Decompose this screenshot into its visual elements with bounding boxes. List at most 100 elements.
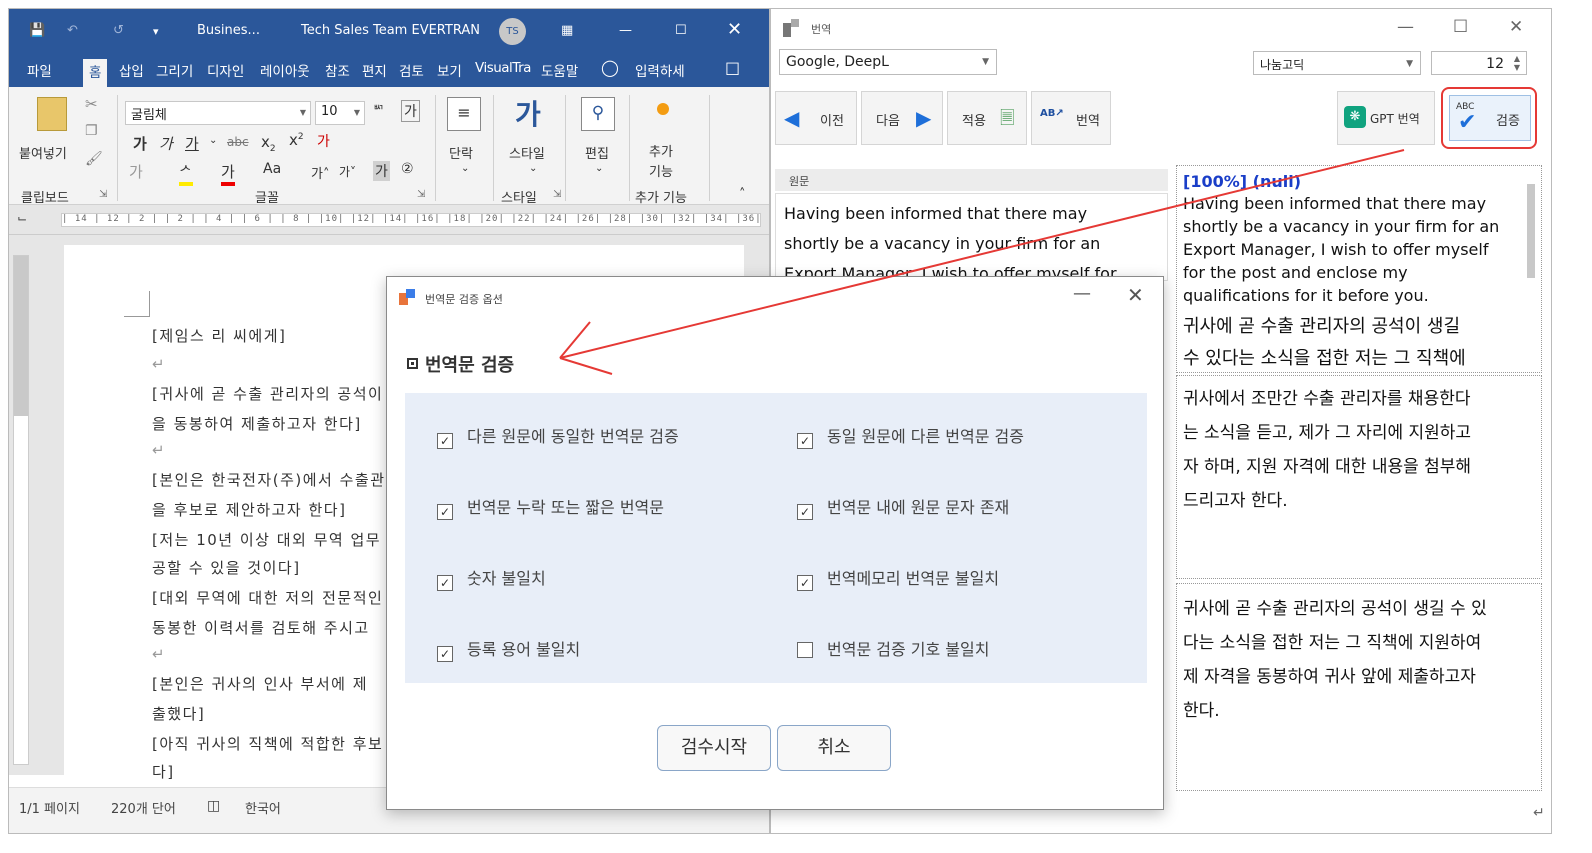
tab-visualtra[interactable]: VisualTra	[475, 60, 531, 76]
option-tm-mismatch[interactable]: ✓ 번역메모리 번역문 불일치	[797, 565, 999, 591]
start-check-button[interactable]: 검수시작	[657, 725, 771, 771]
doc-line[interactable]: ↵	[152, 645, 166, 663]
proofing-icon[interactable]: ◫	[207, 798, 220, 814]
tab-file[interactable]: 파일	[27, 60, 52, 80]
doc-line[interactable]: 다]	[152, 761, 175, 782]
avatar[interactable]: TS	[499, 18, 526, 45]
doc-line[interactable]: 동봉한 이력서를 검토해 주시고	[152, 617, 370, 638]
tab-draw[interactable]: 그리기	[156, 60, 193, 80]
italic-icon[interactable]: 가	[159, 133, 173, 154]
tell-me-input[interactable]: 입력하세	[635, 60, 685, 80]
undo-icon[interactable]: ↶	[67, 23, 78, 38]
dialog-launcher-icon[interactable]: ⇲	[417, 189, 425, 200]
next-button[interactable]: 다음 ▶	[861, 91, 943, 145]
maximize-icon[interactable]: ☐	[1453, 17, 1468, 37]
doc-line[interactable]: [아직 귀사의 직책에 적합한 후보	[152, 733, 383, 754]
doc-line[interactable]: [대외 무역에 대한 저의 전문적인	[152, 587, 383, 608]
tab-layout[interactable]: 레이아웃	[260, 60, 310, 80]
change-case-icon[interactable]: 가	[401, 100, 420, 122]
redo-icon[interactable]: ↺	[113, 23, 124, 38]
tab-view[interactable]: 보기	[437, 60, 462, 80]
save-icon[interactable]: 💾	[29, 23, 45, 38]
editing-button[interactable]: 편집	[585, 143, 609, 162]
close-icon[interactable]: ✕	[727, 19, 742, 40]
target-pane-1[interactable]: [100%] (null) Having been informed that …	[1176, 165, 1542, 373]
lightbulb-icon[interactable]: ◯	[601, 58, 619, 77]
paste-icon[interactable]	[37, 97, 67, 131]
minimize-icon[interactable]: —	[1397, 17, 1414, 37]
option-symbol-mismatch[interactable]: 번역문 검증 기호 불일치	[797, 636, 989, 660]
page-count[interactable]: 1/1 페이지	[19, 798, 80, 817]
collapse-ribbon-icon[interactable]: ˄	[739, 187, 746, 202]
doc-line[interactable]: [저는 10년 이상 대외 무역 업무	[152, 529, 381, 550]
search-icon[interactable]: ⚲	[581, 97, 615, 131]
doc-line[interactable]: ↵	[152, 441, 166, 459]
doc-line[interactable]: [귀사에 곧 수출 관리자의 공석이	[152, 383, 383, 404]
minimize-icon[interactable]: —	[619, 23, 632, 38]
doc-line[interactable]: 공할 수 있을 것이다]	[152, 557, 301, 578]
target-pane-3[interactable]: 귀사에 곧 수출 관리자의 공석이 생길 수 있 다는 소식을 접한 저는 그 …	[1176, 583, 1542, 791]
subscript-icon[interactable]: x2	[261, 133, 276, 154]
doc-line[interactable]: [제임스 리 씨에게]	[152, 325, 286, 346]
strikethrough-icon[interactable]: abc	[227, 135, 249, 149]
addins-button[interactable]: 추가 기능	[649, 143, 673, 183]
superscript-icon[interactable]: x2	[289, 131, 304, 149]
tab-help[interactable]: 도움말	[541, 60, 578, 80]
option-source-chars[interactable]: ✓ 번역문 내에 원문 문자 존재	[797, 494, 1009, 520]
cut-icon[interactable]: ✂	[85, 95, 98, 113]
font-select[interactable]: 나눔고딕 ▼	[1253, 51, 1421, 75]
styles-icon[interactable]: 가	[515, 93, 541, 133]
tab-stop-icon[interactable]: ⌙	[17, 211, 27, 225]
increase-font-icon[interactable]: 가˄	[311, 163, 329, 182]
doc-line[interactable]: 출했다]	[152, 703, 205, 724]
font-size-case-icon[interactable]: Aa	[263, 161, 281, 177]
checkbox[interactable]: ✓	[797, 433, 813, 449]
source-pane[interactable]: Having been informed that there may shor…	[775, 193, 1168, 281]
underline-icon[interactable]: 가	[185, 133, 199, 154]
language-status[interactable]: 한국어	[245, 798, 281, 817]
minimize-icon[interactable]: —	[1073, 283, 1091, 304]
chevron-down-icon[interactable]: ⌄	[209, 135, 217, 146]
customize-qat-icon[interactable]: ▾	[153, 25, 159, 38]
grow-font-icon[interactable]: ᄢ	[373, 101, 384, 118]
close-icon[interactable]: ✕	[1509, 17, 1523, 37]
font-size-stepper[interactable]: 12 ▲ ▼	[1431, 51, 1527, 75]
comments-icon[interactable]: □	[725, 58, 740, 77]
highlight-icon[interactable]: ᄼ	[179, 161, 193, 186]
scrollbar-thumb[interactable]	[1527, 184, 1535, 278]
word-count[interactable]: 220개 단어	[111, 798, 176, 817]
tab-home[interactable]: 홈	[83, 59, 108, 87]
addins-icon[interactable]	[657, 103, 669, 115]
option-same-target-diff-source[interactable]: ✓ 다른 원문에 동일한 번역문 검증	[437, 423, 679, 449]
enclose-char-icon[interactable]: ②	[401, 161, 414, 177]
format-painter-icon[interactable]: 🖌	[85, 151, 103, 167]
dialog-launcher-icon[interactable]: ⇲	[553, 189, 561, 200]
char-shading-icon[interactable]: 가	[373, 161, 390, 181]
paragraph-button[interactable]: 단락	[449, 143, 473, 162]
bold-icon[interactable]: 가	[133, 133, 147, 154]
verify-button[interactable]: ABC ✔ 검증	[1441, 87, 1537, 149]
option-missing-short[interactable]: ✓ 번역문 누락 또는 짧은 번역문	[437, 494, 664, 520]
target-pane-2[interactable]: 귀사에서 조만간 수출 관리자를 채용한다 는 소식을 듣고, 제가 그 자리에…	[1176, 375, 1542, 579]
translate-button[interactable]: AB↗ 번역	[1031, 91, 1111, 145]
styles-button[interactable]: 스타일	[509, 143, 545, 162]
option-term-mismatch[interactable]: ✓ 등록 용어 불일치	[437, 636, 580, 662]
apply-button[interactable]: 적용 🗏	[947, 91, 1027, 145]
copy-icon[interactable]: ❐	[85, 123, 98, 139]
text-effects-icon[interactable]: 가	[129, 161, 143, 182]
clear-format-icon[interactable]: 가	[317, 131, 330, 151]
maximize-icon[interactable]: ☐	[675, 23, 687, 38]
doc-line[interactable]: [본인은 한국전자(주)에서 수출관	[152, 469, 386, 490]
font-name-combo[interactable]: 굴림체 ▼	[125, 101, 311, 125]
tab-references[interactable]: 참조	[325, 60, 350, 80]
option-diff-target-same-source[interactable]: ✓ 동일 원문에 다른 번역문 검증	[797, 423, 1024, 449]
doc-line[interactable]: 을 동봉하여 제출하고자 한다]	[152, 413, 362, 434]
doc-line[interactable]: ↵	[152, 355, 166, 373]
dialog-launcher-icon[interactable]: ⇲	[99, 189, 107, 200]
checkbox[interactable]: ✓	[437, 433, 453, 449]
tab-review[interactable]: 검토	[399, 60, 424, 80]
checkbox[interactable]: ✓	[797, 504, 813, 520]
checkbox[interactable]: ✓	[437, 646, 453, 662]
cancel-button[interactable]: 취소	[777, 725, 891, 771]
tab-mailings[interactable]: 편지	[362, 60, 387, 80]
